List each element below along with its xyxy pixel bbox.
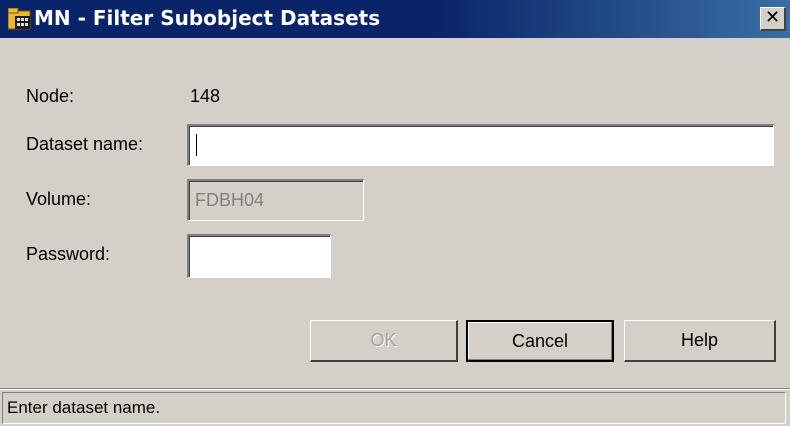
node-value: 148 <box>190 86 221 106</box>
status-text: Enter dataset name. <box>7 398 161 417</box>
cancel-button[interactable]: Cancel <box>466 320 614 362</box>
text-caret <box>196 134 197 156</box>
ok-button[interactable]: OK <box>310 320 458 362</box>
volume-label: Volume: <box>26 189 92 209</box>
app-window-icon <box>7 7 32 30</box>
help-button[interactable]: Help <box>624 320 776 362</box>
status-separator-highlight <box>0 389 790 390</box>
close-button[interactable]: ✕ <box>760 7 786 31</box>
dialog-window: MN - Filter Subobject Datasets ✕ Node: 1… <box>0 0 790 426</box>
node-label: Node: <box>26 86 75 106</box>
window-title: MN - Filter Subobject Datasets <box>34 6 381 30</box>
dataset-name-input[interactable] <box>187 124 774 166</box>
password-label: Password: <box>26 244 111 264</box>
close-icon: ✕ <box>764 7 781 28</box>
volume-input <box>187 179 364 221</box>
status-bar: Enter dataset name. <box>2 392 786 424</box>
dataset-name-label: Dataset name: <box>26 134 144 154</box>
password-input[interactable] <box>187 234 331 278</box>
title-bar[interactable]: MN - Filter Subobject Datasets ✕ <box>0 0 790 38</box>
